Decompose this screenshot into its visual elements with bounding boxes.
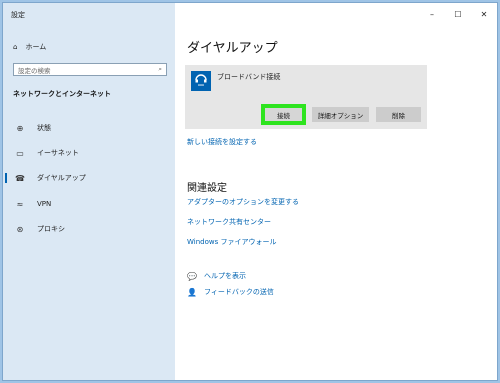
feedback-link[interactable]: 👤 フィードバックの送信	[187, 287, 274, 297]
globe-icon: ⊛	[16, 224, 24, 234]
search-placeholder: 設定の検索	[18, 66, 51, 75]
connect-button[interactable]: 接続	[261, 104, 306, 125]
sidebar-item-label: プロキシ	[37, 225, 65, 233]
sidebar-item-status[interactable]: ⊕ 状態	[3, 120, 175, 136]
related-settings-title: 関連設定	[187, 183, 227, 194]
connection-name: ブロードバンド接続	[217, 73, 281, 81]
window-title: 設定	[11, 11, 25, 19]
sidebar-item-label: イーサネット	[37, 149, 79, 157]
sidebar-item-proxy[interactable]: ⊛ プロキシ	[3, 221, 175, 237]
window-controls: – ☐ ✕	[419, 3, 497, 25]
close-button[interactable]: ✕	[471, 3, 497, 25]
sidebar-item-label: VPN	[37, 200, 52, 208]
advanced-options-button[interactable]: 詳細オプション	[312, 107, 369, 122]
dialup-connection-icon	[191, 71, 211, 91]
sidebar-item-vpn[interactable]: ≈ VPN	[3, 196, 175, 212]
dialup-icon: ☎	[15, 173, 25, 183]
sidebar-item-ethernet[interactable]: ▭ イーサネット	[3, 145, 175, 161]
settings-window: 設定 ⌂ ホーム 設定の検索 ⌕ ネットワークとインターネット ⊕ 状態 ▭ イ…	[3, 3, 497, 380]
search-icon: ⌕	[158, 65, 162, 73]
adapter-options-link[interactable]: アダプターのオプションを変更する	[187, 197, 299, 207]
windows-firewall-link[interactable]: Windows ファイアウォール	[187, 237, 276, 247]
status-icon: ⊕	[16, 123, 24, 133]
sidebar-item-label: ダイヤルアップ	[37, 174, 86, 182]
ethernet-icon: ▭	[16, 148, 24, 158]
new-connection-link[interactable]: 新しい接続を設定する	[187, 137, 257, 147]
feedback-label: フィードバックの送信	[204, 288, 274, 296]
home-label: ホーム	[25, 43, 47, 51]
feedback-person-icon: 👤	[187, 287, 197, 297]
home-icon: ⌂	[13, 43, 18, 51]
vpn-icon: ≈	[16, 199, 24, 209]
maximize-button[interactable]: ☐	[445, 3, 471, 25]
connection-card[interactable]: ブロードバンド接続 接続 詳細オプション 削除	[185, 65, 427, 129]
sidebar-section-title: ネットワークとインターネット	[13, 90, 111, 98]
page-title: ダイヤルアップ	[187, 41, 278, 56]
help-link[interactable]: 💬 ヘルプを表示	[187, 271, 246, 281]
sidebar-item-dialup[interactable]: ☎ ダイヤルアップ	[3, 170, 175, 186]
sidebar-item-home[interactable]: ⌂ ホーム	[13, 41, 46, 53]
network-sharing-center-link[interactable]: ネットワーク共有センター	[187, 217, 271, 227]
minimize-button[interactable]: –	[419, 3, 445, 25]
search-input[interactable]: 設定の検索 ⌕	[13, 63, 167, 76]
help-label: ヘルプを表示	[204, 272, 246, 280]
help-chat-icon: 💬	[187, 271, 197, 281]
delete-button[interactable]: 削除	[376, 107, 421, 122]
sidebar: 設定 ⌂ ホーム 設定の検索 ⌕ ネットワークとインターネット ⊕ 状態 ▭ イ…	[3, 3, 175, 380]
sidebar-item-label: 状態	[37, 124, 51, 132]
